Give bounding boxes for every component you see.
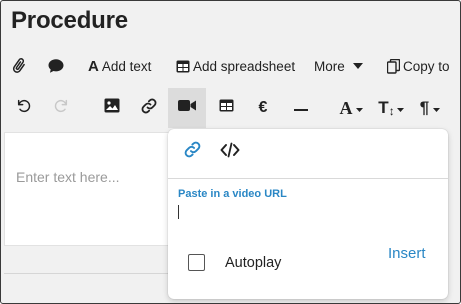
- attach-button[interactable]: [10, 48, 28, 84]
- horizontal-rule-button[interactable]: [288, 88, 314, 128]
- undo-icon: [16, 98, 32, 119]
- video-embed-popup: Paste in a video URL Autoplay Insert: [168, 129, 448, 299]
- app-frame: Procedure A Add text Add spreadsheet Mor…: [0, 0, 461, 304]
- tab-link[interactable]: [178, 139, 206, 165]
- text-size-icon: T ↕: [378, 98, 395, 118]
- text-a-icon: A: [88, 57, 99, 75]
- caret-down-icon: [433, 99, 441, 117]
- insert-table-button[interactable]: [212, 88, 240, 128]
- more-label: More: [314, 58, 345, 74]
- text-size-dropdown[interactable]: T ↕: [374, 88, 408, 128]
- redo-button[interactable]: [47, 88, 75, 128]
- undo-button[interactable]: [10, 88, 38, 128]
- font-dropdown[interactable]: A: [336, 88, 366, 128]
- caret-down-icon: [396, 99, 404, 117]
- tab-embed-code[interactable]: [216, 139, 244, 165]
- autoplay-checkbox[interactable]: [188, 254, 205, 271]
- table-icon: [176, 60, 190, 73]
- video-url-input[interactable]: [178, 203, 438, 221]
- add-text-label: Add text: [101, 58, 152, 74]
- add-text-button[interactable]: A Add text: [88, 48, 151, 84]
- add-spreadsheet-button[interactable]: Add spreadsheet: [176, 48, 295, 84]
- font-a-icon: A: [339, 97, 353, 118]
- insert-link-button[interactable]: [134, 88, 164, 128]
- comment-button[interactable]: [47, 48, 65, 84]
- link-icon: [140, 97, 158, 120]
- text-cursor: [178, 205, 179, 219]
- copy-icon: [387, 58, 400, 74]
- code-icon: [220, 142, 240, 163]
- link-icon: [183, 140, 202, 164]
- redo-icon: [53, 98, 69, 119]
- caret-down-icon: [352, 63, 363, 69]
- insert-image-button[interactable]: [98, 88, 126, 128]
- table-icon: [219, 99, 234, 117]
- insert-button[interactable]: Insert: [388, 245, 426, 262]
- autoplay-label: Autoplay: [225, 255, 282, 271]
- video-url-label: Paste in a video URL: [178, 188, 287, 200]
- paragraph-dropdown[interactable]: ¶: [415, 88, 445, 128]
- paragraph-icon: ¶: [419, 98, 430, 117]
- insert-video-button[interactable]: [168, 88, 206, 128]
- horizontal-line-icon: [294, 99, 308, 117]
- popup-divider: [168, 178, 448, 179]
- formatting-toolbar: € A T ↕ ¶: [2, 88, 460, 128]
- paperclip-icon: [10, 57, 28, 75]
- speech-bubble-icon: [47, 57, 65, 75]
- copy-to-label: Copy to: [403, 58, 450, 74]
- copy-to-button[interactable]: Copy to: [387, 48, 450, 84]
- currency-button[interactable]: €: [250, 88, 276, 128]
- image-icon: [104, 98, 120, 118]
- top-toolbar: A Add text Add spreadsheet More Copy to: [2, 48, 460, 84]
- add-spreadsheet-label: Add spreadsheet: [193, 58, 296, 74]
- caret-down-icon: [355, 99, 363, 117]
- page-title: Procedure: [11, 7, 128, 34]
- editor-placeholder: Enter text here...: [16, 169, 120, 185]
- euro-icon: €: [258, 99, 268, 116]
- more-dropdown[interactable]: More: [314, 48, 363, 84]
- video-camera-icon: [178, 99, 196, 117]
